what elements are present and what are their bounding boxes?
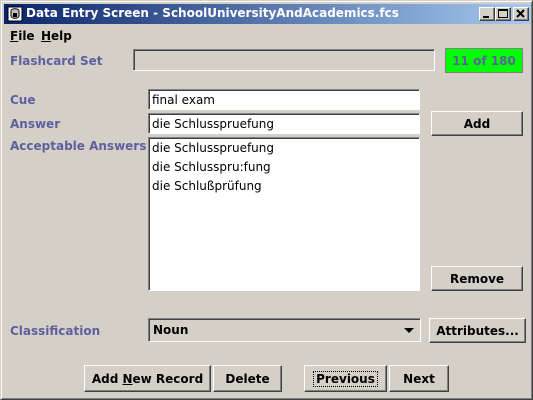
- classification-select[interactable]: Noun: [148, 318, 421, 342]
- flashcard-set-field: [133, 49, 435, 71]
- minimize-icon: [483, 16, 489, 18]
- maximize-icon: [498, 9, 508, 18]
- minimize-button[interactable]: [479, 7, 495, 21]
- add-new-record-label-part: ew Record: [132, 371, 204, 386]
- classification-value: Noun: [153, 323, 189, 337]
- classification-label: Classification: [10, 324, 101, 338]
- menu-file-mnemonic: F: [10, 29, 19, 43]
- menu-help[interactable]: Help: [41, 29, 72, 43]
- add-new-record-button[interactable]: Add New Record: [84, 365, 211, 392]
- data-entry-window: Data Entry Screen - SchoolUniversityAndA…: [0, 0, 533, 400]
- menu-bar: File Help: [4, 26, 531, 46]
- add-new-record-label: Add New Record: [92, 372, 203, 386]
- previous-button-label: Previous: [313, 370, 378, 387]
- attributes-button[interactable]: Attributes...: [429, 318, 526, 343]
- answer-label: Answer: [10, 117, 61, 131]
- chevron-down-icon[interactable]: [401, 322, 417, 338]
- close-icon: [516, 9, 525, 18]
- remove-button[interactable]: Remove: [431, 266, 523, 291]
- maximize-button[interactable]: [495, 7, 511, 21]
- add-new-record-label-part: Add: [91, 371, 123, 386]
- add-button[interactable]: Add: [431, 111, 523, 136]
- menu-help-mnemonic: H: [41, 29, 52, 43]
- menu-file-label: ile: [18, 29, 35, 43]
- list-item[interactable]: die Schlußprüfung: [151, 178, 417, 197]
- list-item[interactable]: die Schlusspru:fung: [151, 159, 417, 178]
- answer-input[interactable]: die Schlusspruefung: [148, 113, 420, 134]
- cue-input[interactable]: final exam: [148, 89, 420, 110]
- previous-button[interactable]: Previous: [304, 365, 387, 392]
- acceptable-answers-label: Acceptable Answers: [10, 139, 147, 153]
- record-counter: 11 of 180: [445, 48, 523, 73]
- cue-label: Cue: [10, 93, 36, 107]
- flashcard-set-label: Flashcard Set: [10, 54, 103, 68]
- window-title: Data Entry Screen - SchoolUniversityAndA…: [26, 6, 399, 20]
- list-item[interactable]: die Schlusspruefung: [151, 140, 417, 159]
- app-icon: [7, 6, 23, 22]
- title-bar[interactable]: Data Entry Screen - SchoolUniversityAndA…: [4, 4, 531, 24]
- close-button[interactable]: [513, 7, 529, 21]
- next-button[interactable]: Next: [389, 365, 449, 392]
- add-new-record-mnemonic: N: [122, 371, 133, 386]
- menu-file[interactable]: File: [10, 29, 35, 43]
- acceptable-answers-list[interactable]: die Schlusspruefung die Schlusspru:fung …: [148, 137, 420, 291]
- menu-help-label: elp: [51, 29, 72, 43]
- delete-button[interactable]: Delete: [213, 365, 282, 392]
